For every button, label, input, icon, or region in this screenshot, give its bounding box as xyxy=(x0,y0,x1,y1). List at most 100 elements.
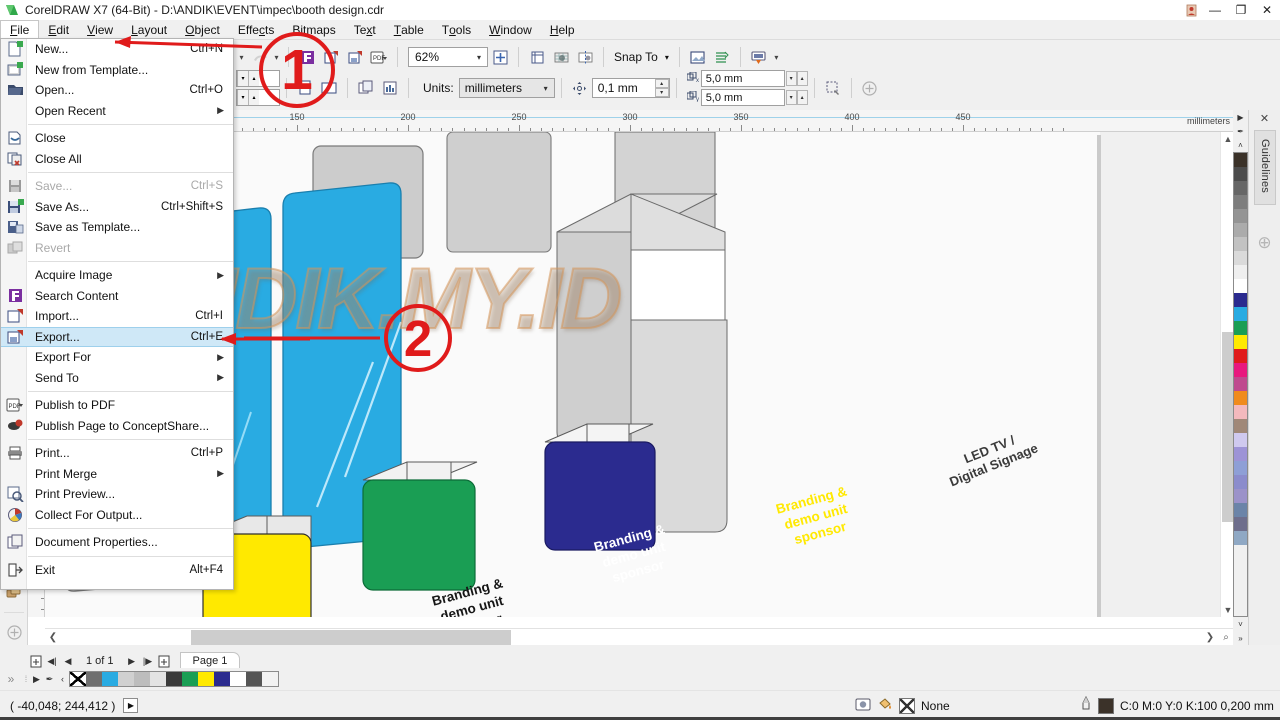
duplicate-x-spinner[interactable]: ▾ ▴ xyxy=(785,71,808,86)
vertical-scrollbar[interactable]: ▲ ▼ xyxy=(1220,132,1234,617)
file-menu-item-print-merge[interactable]: Print Merge ▶ xyxy=(1,464,233,485)
user-account-icon[interactable] xyxy=(1180,0,1202,20)
file-menu-item-save-as[interactable]: Save As... Ctrl+Shift+S xyxy=(1,197,233,218)
all-pages-button[interactable] xyxy=(354,76,378,100)
file-menu-item-export-for[interactable]: Export For ▶ xyxy=(1,347,233,368)
scroll-right-button[interactable]: ❯ xyxy=(1202,632,1218,643)
spin-up-icon[interactable]: ▴ xyxy=(796,90,808,105)
spin-down-icon[interactable]: ▾ xyxy=(237,71,248,86)
object-manager-icon[interactable] xyxy=(710,45,734,69)
docpal-swatch[interactable] xyxy=(214,672,230,686)
docpal-swatch-none[interactable] xyxy=(70,672,86,686)
menu-file[interactable]: File xyxy=(0,20,40,40)
palette-swatch[interactable] xyxy=(1234,391,1247,405)
docpal-swatch-strip[interactable] xyxy=(69,671,279,687)
menu-view[interactable]: View xyxy=(78,21,122,39)
horizontal-scroll-track[interactable] xyxy=(61,629,1202,645)
options-icon[interactable] xyxy=(686,45,710,69)
restore-button[interactable]: ❐ xyxy=(1228,0,1254,20)
menu-help[interactable]: Help xyxy=(541,21,584,39)
file-menu-item-open-recent[interactable]: Open Recent ▶ xyxy=(1,101,233,122)
menu-edit[interactable]: Edit xyxy=(39,21,78,39)
palette-swatch[interactable] xyxy=(1234,531,1247,545)
minimize-button[interactable]: — xyxy=(1202,0,1228,20)
spin-down-icon[interactable]: ▾ xyxy=(237,90,248,105)
palette-swatch[interactable] xyxy=(1234,433,1247,447)
palette-swatch[interactable] xyxy=(1234,209,1247,223)
file-menu-item-collect-for-output[interactable]: Collect For Output... xyxy=(1,505,233,526)
docpal-swatch[interactable] xyxy=(198,672,214,686)
palette-swatch[interactable] xyxy=(1234,167,1247,181)
add-toolbar-item-icon[interactable] xyxy=(858,76,882,100)
docpal-swatch[interactable] xyxy=(166,672,182,686)
file-menu-item-new[interactable]: New... Ctrl+N xyxy=(1,39,233,60)
color-palette[interactable]: ▶ ✒ ˄ ˅ » xyxy=(1233,110,1248,645)
palette-swatch[interactable] xyxy=(1234,307,1247,321)
file-menu-item-publish-page-to-conceptshare[interactable]: Publish Page to ConceptShare... xyxy=(1,416,233,437)
palette-swatch[interactable] xyxy=(1234,237,1247,251)
nudge-spinner[interactable]: ▴ ▾ xyxy=(654,79,669,97)
docpal-swatch[interactable] xyxy=(134,672,150,686)
docpal-swatch[interactable] xyxy=(230,672,246,686)
current-page-button[interactable] xyxy=(378,76,402,100)
palette-swatch[interactable] xyxy=(1234,475,1247,489)
docpal-pointer-icon[interactable]: ▶ xyxy=(30,674,43,685)
palette-swatch[interactable] xyxy=(1234,503,1247,517)
chevron-down-icon[interactable]: ▾ xyxy=(471,53,487,62)
palette-swatch[interactable] xyxy=(1234,517,1247,531)
chevron-down-icon[interactable]: ▾ xyxy=(538,84,554,93)
tool-add-icon[interactable] xyxy=(0,619,28,645)
menu-tools[interactable]: To ols xyxy=(433,21,480,39)
palette-swatch[interactable] xyxy=(1234,321,1247,335)
fullscreen-preview-icon[interactable] xyxy=(488,45,512,69)
scroll-left-button[interactable]: ❮ xyxy=(45,632,61,643)
duplicate-y-spinner[interactable]: ▾ ▴ xyxy=(785,90,808,105)
grid-icon[interactable] xyxy=(549,45,573,69)
guidelines-icon[interactable] xyxy=(573,45,597,69)
close-button[interactable]: ✕ xyxy=(1254,0,1280,20)
statusbar-expand-button[interactable]: ▶ xyxy=(123,698,139,713)
palette-swatch[interactable] xyxy=(1234,377,1247,391)
zoom-level-combo[interactable]: 62% ▾ xyxy=(408,47,488,67)
docpal-eyedropper-icon[interactable]: ✒ xyxy=(43,674,56,685)
file-menu-item-new-from-template[interactable]: New from Template... xyxy=(1,60,233,81)
snap-to-button[interactable]: Snap To ▾ xyxy=(610,50,673,64)
spin-up-icon[interactable]: ▴ xyxy=(654,79,669,88)
palette-scroll-up-button[interactable]: ˄ xyxy=(1233,138,1248,152)
spin-down-icon[interactable]: ▾ xyxy=(654,88,669,97)
docker-add-icon[interactable]: ⊕ xyxy=(1249,233,1280,253)
menu-window[interactable]: Window xyxy=(480,21,541,39)
menu-layout[interactable]: Layout xyxy=(122,21,176,39)
file-menu-item-send-to[interactable]: Send To ▶ xyxy=(1,368,233,389)
palette-swatch[interactable] xyxy=(1234,223,1247,237)
file-menu-item-publish-to-pdf[interactable]: PDF Publish to PDF xyxy=(1,395,233,416)
palette-swatch[interactable] xyxy=(1234,405,1247,419)
file-menu-item-search-content[interactable]: Search Content xyxy=(1,286,233,307)
outline-color-swatch[interactable] xyxy=(1098,697,1114,714)
menu-text[interactable]: Te x t xyxy=(345,21,385,39)
launch-dropdown-caret[interactable]: ▾ xyxy=(771,53,782,62)
docker-close-button[interactable]: ✕ xyxy=(1249,110,1280,126)
docpal-swatch[interactable] xyxy=(118,672,134,686)
palette-eyedropper-icon[interactable]: ✒ xyxy=(1233,124,1248,138)
fill-color-swatch[interactable] xyxy=(899,697,915,714)
palette-swatch[interactable] xyxy=(1234,349,1247,363)
menu-table[interactable]: Table xyxy=(385,21,433,39)
palette-scroll-down-button[interactable]: ˅ xyxy=(1233,617,1248,631)
palette-swatch[interactable] xyxy=(1234,265,1247,279)
palette-swatch[interactable] xyxy=(1234,489,1247,503)
docpal-swatch[interactable] xyxy=(246,672,262,686)
docpal-grip[interactable]: ⁞ xyxy=(22,674,30,684)
file-menu-item-close-all[interactable]: Close All xyxy=(1,149,233,170)
docpal-swatch[interactable] xyxy=(262,672,278,686)
units-combo[interactable]: millimeters ▾ xyxy=(458,78,555,98)
docpal-swatch[interactable] xyxy=(150,672,166,686)
menu-object[interactable]: Object xyxy=(176,21,229,39)
palette-swatch[interactable] xyxy=(1234,363,1247,377)
spin-up-icon[interactable]: ▴ xyxy=(248,90,259,105)
file-menu-item-close[interactable]: Close xyxy=(1,128,233,149)
file-menu-item-exit[interactable]: Exit Alt+F4 xyxy=(1,560,233,581)
docpal-swatch[interactable] xyxy=(182,672,198,686)
nudge-distance-field[interactable]: 0,1 mm ▴ ▾ xyxy=(591,78,670,98)
palette-swatch[interactable] xyxy=(1234,279,1247,293)
